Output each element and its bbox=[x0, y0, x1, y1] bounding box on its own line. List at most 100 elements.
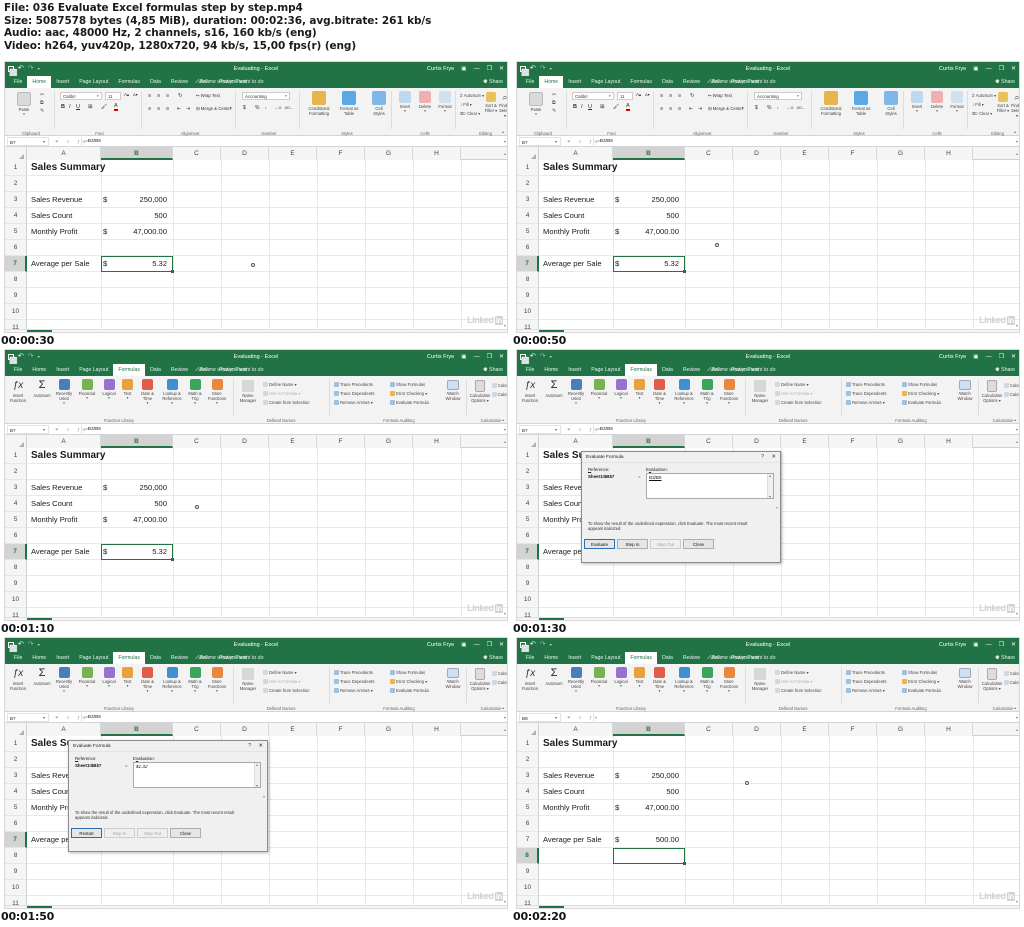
cell-a3-label[interactable]: Sales Revenue bbox=[31, 192, 99, 208]
function-dropdown-icon[interactable]: ▾ bbox=[648, 401, 671, 406]
number-format-select[interactable]: Accounting bbox=[754, 92, 802, 100]
column-header-D[interactable]: D bbox=[221, 435, 269, 448]
function-logical-button[interactable]: Logical ▾ bbox=[611, 667, 631, 689]
clipboard-format-painter[interactable]: ✎ bbox=[40, 108, 44, 115]
defined-names-use-in-formula[interactable]: Use in Formula ▾ bbox=[775, 390, 813, 397]
auditing-evaluate-formula[interactable]: Evaluate Formula bbox=[390, 687, 429, 694]
dialog-close-button[interactable]: ✕ bbox=[258, 741, 263, 752]
insert-cells-button[interactable]: Insert ▾ bbox=[395, 91, 415, 114]
autosum-button[interactable]: Σ AutoSum ▾ bbox=[972, 92, 996, 99]
function-financial-button[interactable]: Financial ▾ bbox=[75, 379, 99, 401]
find-and-select-button[interactable]: ⌕Find &Select ▾ bbox=[498, 92, 507, 118]
name-box-dropdown-icon[interactable]: ▾ bbox=[555, 137, 557, 146]
delete-cells-dropdown-icon[interactable]: ▾ bbox=[927, 109, 947, 114]
cell-a5-label[interactable]: Monthly Profit bbox=[31, 224, 99, 240]
align-top-0[interactable]: ≡ bbox=[660, 93, 663, 99]
close-button[interactable]: ✕ bbox=[499, 638, 504, 652]
column-header-C[interactable]: C bbox=[173, 147, 221, 160]
paste-dropdown-icon[interactable]: ▾ bbox=[9, 112, 39, 117]
tell-me-search[interactable]: ⌕ Tell me what you want to do bbox=[707, 652, 775, 664]
cell-a5-label[interactable]: Monthly Profit bbox=[31, 512, 99, 528]
dialog-close-button[interactable]: ✕ bbox=[771, 452, 776, 463]
row-header-1[interactable]: 1 bbox=[517, 448, 539, 464]
dialog-help-button[interactable]: ? bbox=[761, 452, 764, 463]
row-header-7[interactable]: 7 bbox=[5, 256, 27, 272]
calculation-options-button[interactable]: Calculation Options ▾ bbox=[469, 380, 491, 403]
tab-review[interactable]: Review bbox=[678, 76, 705, 88]
row-header-4[interactable]: 4 bbox=[5, 496, 27, 512]
user-account-name[interactable]: Curtis Frye bbox=[939, 638, 966, 652]
scroll-left-icon[interactable]: ◂ bbox=[839, 906, 841, 908]
format-as-table-button[interactable]: Format as Table bbox=[846, 91, 876, 116]
function-dropdown-icon[interactable]: ▾ bbox=[119, 684, 136, 689]
function-autosum-button[interactable]: Σ AutoSum bbox=[31, 379, 53, 398]
column-header-D[interactable]: D bbox=[733, 147, 781, 160]
row-header-6[interactable]: 6 bbox=[517, 816, 539, 832]
scroll-up-icon[interactable]: ▴ bbox=[1016, 147, 1018, 160]
conditional-formatting-button[interactable]: Conditional Formatting bbox=[816, 91, 846, 116]
increase-font-size-icon[interactable]: A▴ bbox=[124, 92, 129, 98]
row-header-2[interactable]: 2 bbox=[517, 464, 539, 480]
expand-formula-bar-icon[interactable]: ▾ bbox=[504, 425, 506, 434]
tell-me-search[interactable]: ⌕ Tell me what you want to do bbox=[707, 364, 775, 376]
align-bottom-2[interactable]: ≡ bbox=[678, 106, 681, 112]
name-box-dropdown-icon[interactable]: ▾ bbox=[555, 713, 557, 722]
comma-style-icon[interactable]: , bbox=[777, 104, 779, 110]
paste-button[interactable]: Paste ▾ bbox=[521, 92, 551, 117]
maximize-button[interactable]: ❐ bbox=[487, 62, 492, 76]
maximize-button[interactable]: ❐ bbox=[487, 350, 492, 364]
cell-b3-sales-revenue[interactable]: $250,000 bbox=[103, 480, 167, 496]
function-lookup-reference-button[interactable]: Lookup & Reference ▾ bbox=[159, 667, 185, 694]
row-header-6[interactable]: 6 bbox=[517, 240, 539, 256]
cell-a7-label[interactable]: Average per Sale bbox=[31, 544, 99, 560]
merge-and-center-button[interactable]: ⊟ Merge & Center bbox=[708, 106, 743, 112]
function-logical-button[interactable]: Logical ▾ bbox=[611, 379, 631, 401]
column-header-E[interactable]: E bbox=[781, 435, 829, 448]
row-header-9[interactable]: 9 bbox=[517, 288, 539, 304]
sheet-nav-arrows[interactable]: ‹ › bbox=[8, 330, 18, 332]
row-header-5[interactable]: 5 bbox=[5, 800, 27, 816]
align-top-0[interactable]: ≡ bbox=[148, 93, 151, 99]
cell-styles-button[interactable]: Cell Styles bbox=[364, 91, 394, 116]
row-header-5[interactable]: 5 bbox=[5, 512, 27, 528]
sort-and-filter-button[interactable]: Sort & Filter ▾ bbox=[484, 92, 498, 113]
defined-names-create-from-selection[interactable]: Create from Selection bbox=[263, 687, 310, 694]
share-button[interactable]: ⚉ Share bbox=[483, 364, 503, 376]
row-header-6[interactable]: 6 bbox=[517, 528, 539, 544]
row-header-3[interactable]: 3 bbox=[517, 192, 539, 208]
scroll-down-icon[interactable]: ▾ bbox=[1016, 611, 1018, 616]
function-date-time-button[interactable]: Date & Time ▾ bbox=[648, 667, 671, 694]
function-insert-function-button[interactable]: ƒx Insert Function bbox=[7, 379, 29, 403]
cell-a7-label[interactable]: Average per Sale bbox=[543, 832, 611, 848]
auditing-error-checking[interactable]: Error Checking ▾ bbox=[902, 678, 939, 685]
row-header-1[interactable]: 1 bbox=[5, 160, 27, 176]
add-sheet-icon[interactable]: ⊕ bbox=[60, 906, 65, 908]
column-header-D[interactable]: D bbox=[221, 147, 269, 160]
formula-input[interactable]: =B3/B5 bbox=[81, 425, 501, 434]
function-text-button[interactable]: Text ▾ bbox=[631, 667, 648, 689]
row-header-11[interactable]: 11 bbox=[517, 320, 539, 329]
select-all-corner[interactable] bbox=[517, 435, 539, 448]
clipboard-copy[interactable]: ⧉ bbox=[40, 100, 44, 107]
fill-button[interactable]: ↓ Fill ▾ bbox=[460, 101, 472, 108]
align-top-1[interactable]: ≡ bbox=[669, 93, 672, 99]
tab-file[interactable]: File bbox=[9, 652, 27, 664]
function-dropdown-icon[interactable]: ▾ bbox=[159, 401, 185, 406]
tab-data[interactable]: Data bbox=[657, 76, 678, 88]
tab-home[interactable]: Home bbox=[27, 652, 51, 664]
function-more-functions-button[interactable]: More Functions ▾ bbox=[205, 667, 229, 694]
collapse-ribbon-icon[interactable]: ▴ bbox=[1014, 705, 1016, 710]
cell-a5-label[interactable]: Monthly Profit bbox=[543, 224, 611, 240]
auditing-trace-dependents[interactable]: Trace Dependents bbox=[846, 678, 886, 685]
decrease-indent-icon[interactable]: ⇤ bbox=[177, 106, 181, 112]
auditing-trace-precedents[interactable]: Trace Precedents bbox=[334, 669, 373, 676]
function-dropdown-icon[interactable]: ▾ bbox=[99, 396, 119, 401]
sheet-tab-sheet1[interactable]: Sheet1 bbox=[539, 906, 565, 908]
auditing-trace-precedents[interactable]: Trace Precedents bbox=[334, 381, 373, 388]
cell-b7-average-per-sale[interactable]: $5.32 bbox=[615, 256, 679, 272]
function-dropdown-icon[interactable]: ▾ bbox=[697, 689, 717, 694]
fill-color-icon[interactable]: 🖌 bbox=[101, 104, 107, 110]
paste-button[interactable]: Paste ▾ bbox=[9, 92, 39, 117]
function-text-button[interactable]: Text ▾ bbox=[119, 667, 136, 689]
function-dropdown-icon[interactable]: ▾ bbox=[648, 689, 671, 694]
